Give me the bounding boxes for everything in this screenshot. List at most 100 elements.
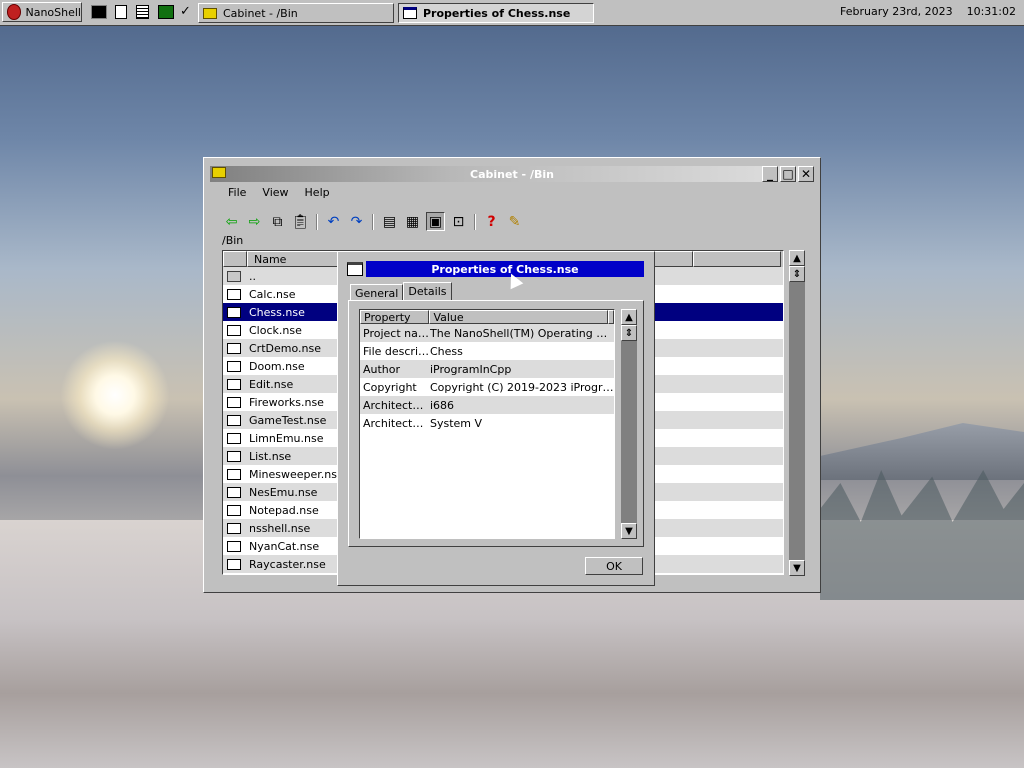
file-icon <box>227 558 241 570</box>
properties-icon[interactable]: ▣ <box>426 212 445 231</box>
file-icon <box>227 468 241 480</box>
file-name: CrtDemo.nse <box>249 341 321 355</box>
property-row[interactable]: File descript...Chess <box>360 342 614 360</box>
file-icon <box>227 342 241 354</box>
file-name: nsshell.nse <box>249 521 311 535</box>
window-icon <box>347 262 363 276</box>
menu-view[interactable]: View <box>262 186 288 199</box>
ok-button[interactable]: OK <box>585 557 643 575</box>
file-icon <box>227 324 241 336</box>
details-grid: Property Value Project nam...The NanoShe… <box>359 309 615 539</box>
taskbar: NanoShell ✓ Cabinet - /Bin Properties of… <box>0 0 1024 26</box>
property-value: System V <box>430 416 483 430</box>
parent-folder-icon <box>227 270 241 282</box>
monitor-icon[interactable] <box>158 5 174 19</box>
menu-file[interactable]: File <box>228 186 246 199</box>
paste-icon[interactable]: 📋︎ <box>291 212 310 231</box>
properties-dialog: Properties of Chess.nse General Details … <box>337 251 655 586</box>
file-name: Edit.nse <box>249 377 294 391</box>
back-arrow-icon[interactable]: ⇦ <box>222 212 241 231</box>
column-header-extra[interactable] <box>608 310 614 324</box>
wallpaper-mountain <box>820 423 1024 480</box>
property-row[interactable]: Architecture...i686 <box>360 396 614 414</box>
scroll-down-button[interactable]: ▼ <box>621 523 637 539</box>
maximize-button[interactable]: □ <box>780 166 796 182</box>
tools-icon[interactable]: ✎ <box>505 212 524 231</box>
file-icon <box>227 432 241 444</box>
window-icon <box>403 7 417 19</box>
property-name: Project nam... <box>363 326 430 340</box>
scroll-thumb[interactable]: ⇕ <box>789 266 805 282</box>
file-name: .. <box>249 269 256 283</box>
preview-icon[interactable]: ⊡ <box>449 212 468 231</box>
property-value: i686 <box>430 398 455 412</box>
details-view-icon[interactable]: ▦ <box>403 212 422 231</box>
file-name: GameTest.nse <box>249 413 327 427</box>
copy-icon[interactable]: ⧉ <box>268 212 287 231</box>
start-button[interactable]: NanoShell <box>2 2 82 22</box>
column-header-extra[interactable] <box>693 251 781 267</box>
property-name: Author <box>363 362 401 376</box>
tab-details[interactable]: Details <box>403 282 452 301</box>
file-icon <box>227 378 241 390</box>
toolbar-separator <box>316 213 318 230</box>
property-rows: Project nam...The NanoShell(TM) Operatin… <box>360 324 614 432</box>
file-icon <box>227 414 241 426</box>
property-name: Architecture... <box>363 416 430 430</box>
file-name: List.nse <box>249 449 292 463</box>
property-row[interactable]: Copyright Copyright (C) 2019-2023 iProgra… <box>360 378 614 396</box>
file-icon <box>227 396 241 408</box>
start-label: NanoShell <box>25 5 81 19</box>
properties-title: Properties of Chess.nse <box>431 262 579 276</box>
properties-titlebar[interactable]: Properties of Chess.nse <box>366 261 644 277</box>
help-icon[interactable]: ? <box>482 212 501 231</box>
column-header-property[interactable]: Property <box>360 310 430 324</box>
property-name: Architecture... <box>363 398 430 412</box>
file-list-scrollbar[interactable]: ▲ ⇕ ▼ <box>789 250 805 576</box>
forward-arrow-icon[interactable]: ⇨ <box>245 212 264 231</box>
menubar: File View Help <box>228 186 330 199</box>
path-label: /Bin <box>222 234 244 247</box>
column-header-value[interactable]: Value <box>429 310 608 324</box>
document-icon[interactable] <box>115 5 127 19</box>
notepad-icon[interactable] <box>136 5 149 19</box>
property-name: Copyright <box>363 380 417 394</box>
menu-help[interactable]: Help <box>305 186 330 199</box>
file-name: Chess.nse <box>249 305 305 319</box>
scroll-thumb[interactable]: ⇕ <box>621 325 637 341</box>
scroll-down-button[interactable]: ▼ <box>789 560 805 576</box>
scroll-up-button[interactable]: ▲ <box>621 309 637 325</box>
file-name: Fireworks.nse <box>249 395 324 409</box>
minimize-button[interactable]: _ <box>762 166 778 182</box>
tab-strip: General Details <box>350 282 452 301</box>
file-name: Minesweeper.nse <box>249 467 344 481</box>
scroll-up-button[interactable]: ▲ <box>789 250 805 266</box>
property-row[interactable]: Author iProgramInCpp <box>360 360 614 378</box>
cabinet-titlebar[interactable]: Cabinet - /Bin _ □ ✕ <box>210 166 814 182</box>
file-icon <box>227 504 241 516</box>
terminal-icon[interactable] <box>91 5 107 19</box>
redo-icon[interactable]: ↷ <box>347 212 366 231</box>
file-name: Clock.nse <box>249 323 302 337</box>
property-value: Chess <box>430 344 463 358</box>
task-properties-label: Properties of Chess.nse <box>423 6 571 20</box>
task-properties[interactable]: Properties of Chess.nse <box>398 3 594 23</box>
details-panel: Property Value Project nam...The NanoShe… <box>348 300 644 547</box>
file-icon <box>227 360 241 372</box>
date-text: February 23rd, 2023 <box>840 5 953 18</box>
tab-general[interactable]: General <box>350 284 404 301</box>
file-icon <box>227 486 241 498</box>
task-cabinet[interactable]: Cabinet - /Bin <box>198 3 394 23</box>
property-row[interactable]: Architecture...System V <box>360 414 614 432</box>
checkmark-icon[interactable]: ✓ <box>180 5 196 19</box>
list-view-icon[interactable]: ▤ <box>380 212 399 231</box>
nanoshell-logo-icon <box>7 4 22 20</box>
details-scrollbar[interactable]: ▲ ⇕ ▼ <box>621 309 637 539</box>
close-button[interactable]: ✕ <box>798 166 814 182</box>
property-name: File descript... <box>363 344 430 358</box>
file-icon <box>227 522 241 534</box>
column-header-icon[interactable] <box>223 251 247 267</box>
undo-icon[interactable]: ↶ <box>324 212 343 231</box>
folder-icon <box>212 167 226 178</box>
property-row[interactable]: Project nam...The NanoShell(TM) Operatin… <box>360 324 614 342</box>
